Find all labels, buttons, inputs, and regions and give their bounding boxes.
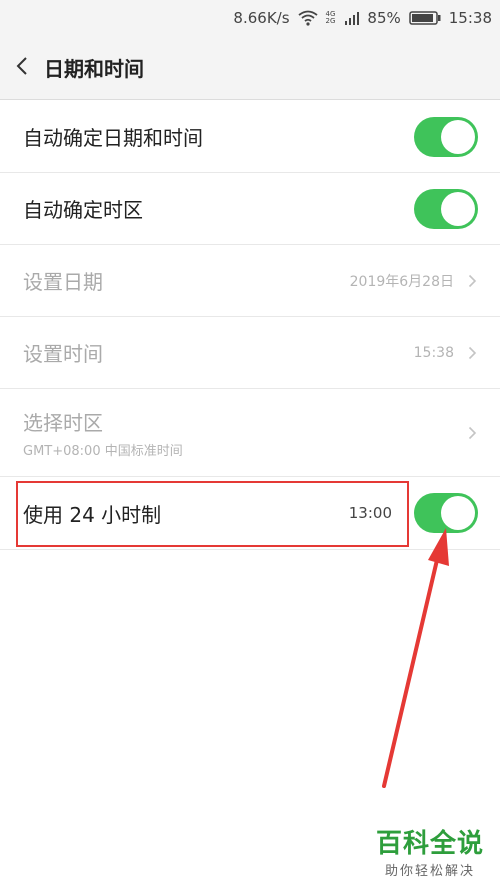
settings-list: 自动确定日期和时间 自动确定时区 设置日期 2019年6月28日 设置时间 15… [0, 101, 500, 550]
use-24h-toggle[interactable] [414, 493, 478, 533]
auto-datetime-label: 自动确定日期和时间 [23, 126, 203, 150]
set-date-value: 2019年6月28日 [349, 273, 454, 290]
watermark-title: 百科全说 [375, 829, 484, 859]
auto-timezone-row[interactable]: 自动确定时区 [0, 173, 500, 245]
use-24h-row[interactable]: 使用 24 小时制 13:00 [0, 477, 500, 550]
timezone-sub: GMT+08:00 中国标准时间 [23, 443, 183, 459]
chevron-left-icon [16, 56, 28, 80]
set-date-label: 设置日期 [23, 270, 103, 294]
chevron-right-icon [468, 345, 478, 361]
back-button[interactable] [0, 36, 44, 100]
use-24h-label: 使用 24 小时制 [23, 502, 162, 527]
status-bar: 8.66K/s 4G 2G 85% 15:38 [0, 0, 500, 36]
toggle-knob [441, 496, 475, 530]
watermark-subtitle: 助你轻松解决 [384, 864, 475, 879]
set-date-row[interactable]: 设置日期 2019年6月28日 [0, 245, 500, 317]
set-time-value: 15:38 [413, 344, 454, 361]
chevron-right-icon [468, 273, 478, 289]
use-24h-example: 13:00 [348, 504, 392, 522]
auto-timezone-toggle[interactable] [414, 188, 478, 229]
battery-percent: 85% [367, 9, 401, 27]
timezone-label: 选择时区 [23, 410, 103, 435]
signal-icon [345, 11, 360, 25]
auto-datetime-row[interactable]: 自动确定日期和时间 [0, 101, 500, 173]
auto-timezone-label: 自动确定时区 [23, 198, 143, 222]
set-time-label: 设置时间 [23, 342, 103, 366]
settings-screen: 8.66K/s 4G 2G 85% 15:38 日期和时间 自动确定日期和时间 … [0, 0, 500, 889]
app-header: 日期和时间 [0, 36, 500, 100]
set-time-row[interactable]: 设置时间 15:38 [0, 317, 500, 389]
status-time: 15:38 [448, 9, 492, 27]
toggle-knob [441, 119, 475, 154]
chevron-right-icon [468, 425, 478, 441]
timezone-row[interactable]: 选择时区 GMT+08:00 中国标准时间 [0, 389, 500, 477]
network-type-badge: 4G 2G [325, 10, 336, 25]
battery-icon [409, 10, 441, 26]
toggle-knob [441, 191, 475, 226]
page-title: 日期和时间 [44, 57, 144, 81]
wifi-icon [297, 10, 318, 26]
watermark-logo: 百科全说 助你轻松解决 [376, 823, 484, 879]
network-speed: 8.66K/s [233, 9, 290, 27]
auto-datetime-toggle[interactable] [414, 116, 478, 157]
timezone-text: 选择时区 GMT+08:00 中国标准时间 [23, 407, 468, 459]
